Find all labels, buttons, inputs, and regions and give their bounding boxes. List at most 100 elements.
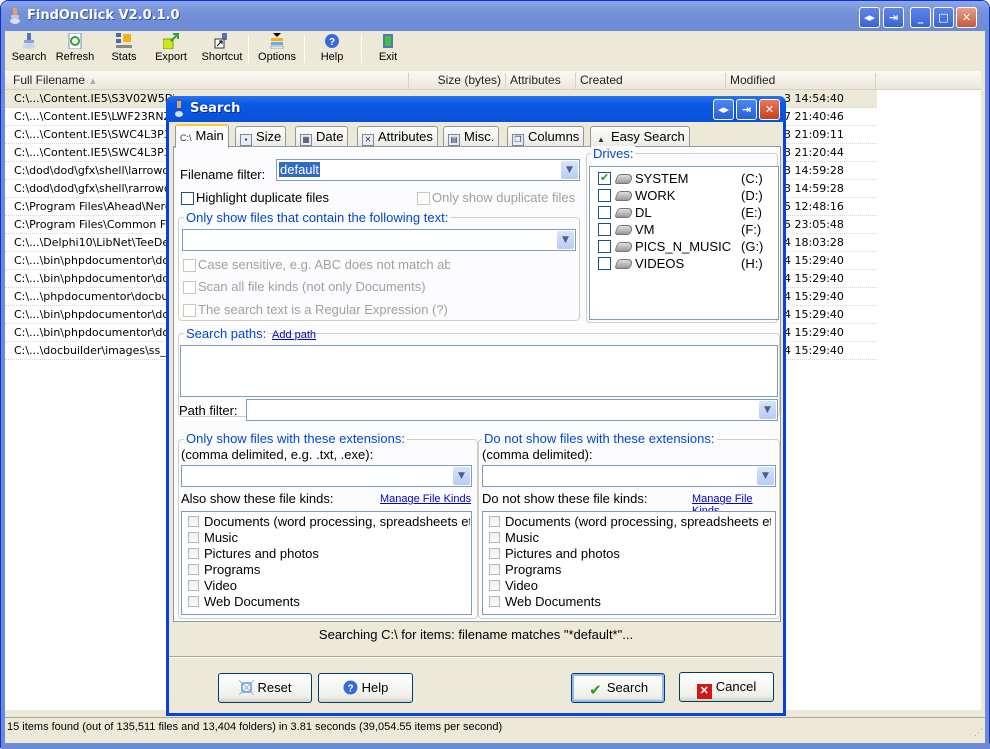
column-full-filename[interactable]: Full Filename ▲: [9, 73, 409, 89]
file-kind-checkbox[interactable]: [489, 580, 500, 591]
pin-button[interactable]: ⇥: [883, 7, 904, 28]
minimize-button[interactable]: _: [910, 7, 931, 28]
filename-filter-combo[interactable]: default ▼: [276, 159, 580, 181]
file-kind-checkbox[interactable]: [188, 564, 199, 575]
file-kind-item[interactable]: Music: [188, 530, 470, 546]
file-kind-checkbox[interactable]: [188, 580, 199, 591]
column-attributes[interactable]: Attributes: [506, 73, 576, 89]
file-kind-checkbox[interactable]: [188, 548, 199, 559]
modified-cell: 3 14:54:40: [784, 92, 844, 105]
tab-columns[interactable]: ❐ Columns: [507, 126, 585, 146]
toolbar-help-button[interactable]: ? Help: [317, 33, 347, 67]
file-kind-checkbox[interactable]: [489, 516, 500, 527]
file-kind-checkbox[interactable]: [489, 532, 500, 543]
drive-checkbox[interactable]: [598, 223, 611, 236]
dialog-app-icon: [175, 101, 183, 117]
dialog-close-button[interactable]: ✕: [759, 99, 780, 120]
file-kind-item[interactable]: Programs: [188, 562, 470, 578]
drive-item[interactable]: DL (E:): [598, 205, 773, 221]
regex-checkbox[interactable]: [183, 304, 196, 317]
column-created[interactable]: Created: [576, 73, 726, 89]
file-kind-checkbox[interactable]: [188, 596, 199, 607]
drive-item[interactable]: VM (F:): [598, 222, 773, 238]
modified-cell: 5 23:05:48: [784, 218, 844, 231]
highlight-duplicates-checkbox[interactable]: [181, 192, 194, 205]
file-kind-checkbox[interactable]: [489, 596, 500, 607]
dialog-resize-button[interactable]: ◂▸: [713, 99, 734, 120]
add-path-link[interactable]: Add path: [272, 329, 316, 341]
chevron-down-icon[interactable]: ▼: [757, 467, 774, 485]
drive-item[interactable]: SYSTEM (C:): [598, 171, 773, 187]
chevron-down-icon[interactable]: ▼: [557, 231, 574, 249]
file-kind-item[interactable]: Web Documents: [188, 594, 470, 610]
toolbar-export-button[interactable]: Export: [153, 33, 189, 67]
toolbar-options-button[interactable]: Options: [257, 33, 297, 67]
drive-checkbox[interactable]: [598, 171, 611, 185]
column-size[interactable]: Size (bytes): [409, 73, 506, 89]
tab-size[interactable]: ▪ Size: [235, 126, 287, 146]
tab-main[interactable]: C:\ Main: [175, 124, 229, 148]
resize-grip-icon[interactable]: ⋰: [974, 727, 983, 738]
file-kind-item[interactable]: Video: [188, 578, 470, 594]
dialog-pin-button[interactable]: ⇥: [736, 99, 757, 120]
regex-help-link[interactable]: (?): [432, 302, 448, 317]
file-kind-item[interactable]: Documents (word processing, spreadsheets…: [489, 514, 771, 530]
chevron-down-icon[interactable]: ▼: [561, 161, 578, 179]
search-paths-box[interactable]: [180, 345, 778, 397]
case-sensitive-checkbox[interactable]: [183, 259, 196, 272]
toolbar-exit-button[interactable]: Exit: [375, 33, 401, 67]
manage-file-kinds-link[interactable]: Manage File Kinds: [380, 493, 471, 505]
chevron-down-icon[interactable]: ▼: [453, 467, 470, 485]
file-kind-item[interactable]: Web Documents: [489, 594, 771, 610]
sort-ascending-icon: ▲: [88, 76, 98, 86]
drive-name: WORK: [635, 188, 676, 203]
reset-button[interactable]: Reset: [218, 673, 312, 703]
help-icon: ?: [325, 34, 339, 48]
help-button[interactable]: ? Help: [318, 673, 413, 703]
tab-attributes[interactable]: ✕ Attributes: [357, 126, 438, 146]
file-kind-item[interactable]: Programs: [489, 562, 771, 578]
toolbar-search-button[interactable]: Search: [9, 33, 49, 67]
only-duplicates-checkbox[interactable]: [417, 192, 430, 205]
toolbar-shortcut-button[interactable]: Shortcut: [199, 33, 245, 67]
file-kind-item[interactable]: Video: [489, 578, 771, 594]
file-kind-item[interactable]: Music: [489, 530, 771, 546]
cancel-x-icon: ✕: [696, 684, 712, 699]
drive-checkbox[interactable]: [598, 189, 611, 202]
search-button[interactable]: ✔ Search: [571, 673, 665, 703]
file-kind-label: Video: [505, 578, 539, 593]
tab-misc[interactable]: ▤ Misc.: [443, 126, 500, 146]
tab-date[interactable]: ▦ Date: [295, 126, 349, 146]
toolbar-stats-button[interactable]: Stats: [109, 33, 139, 67]
maximize-button[interactable]: □: [933, 7, 954, 28]
file-kind-item[interactable]: Pictures and photos: [489, 546, 771, 562]
close-button[interactable]: ✕: [956, 7, 977, 28]
drive-checkbox[interactable]: [598, 206, 611, 219]
file-kind-checkbox[interactable]: [188, 532, 199, 543]
drive-item[interactable]: VIDEOS (H:): [598, 256, 773, 272]
drive-item[interactable]: WORK (D:): [598, 188, 773, 204]
include-ext-combo[interactable]: ▼: [181, 465, 472, 487]
exclude-ext-combo[interactable]: ▼: [482, 465, 776, 487]
drive-checkbox[interactable]: [598, 257, 611, 270]
file-kind-checkbox[interactable]: [188, 516, 199, 527]
drive-item[interactable]: PICS_N_MUSIC (G:): [598, 239, 773, 255]
file-kind-item[interactable]: Pictures and photos: [188, 546, 470, 562]
column-modified[interactable]: Modified: [726, 73, 876, 89]
scan-all-checkbox[interactable]: [183, 281, 196, 294]
path-filter-combo[interactable]: ▼: [246, 399, 778, 421]
title-bar[interactable]: FindOnClick V2.0.1.0 ◂▸ ⇥ _ □ ✕: [1, 1, 989, 31]
file-kind-checkbox[interactable]: [489, 548, 500, 559]
chevron-down-icon[interactable]: ▼: [759, 401, 776, 419]
file-kind-checkbox[interactable]: [489, 564, 500, 575]
resize-arrows-button[interactable]: ◂▸: [859, 7, 880, 28]
drive-checkbox[interactable]: [598, 240, 611, 253]
file-kind-item[interactable]: Documents (word processing, spreadsheets…: [188, 514, 470, 530]
include-kinds-label: Also show these file kinds:: [181, 491, 334, 506]
text-combo[interactable]: ▼: [182, 229, 576, 251]
tab-easy-search[interactable]: ▲ Easy Search: [590, 126, 690, 146]
toolbar-separator: [248, 35, 249, 63]
toolbar-refresh-button[interactable]: Refresh: [53, 33, 97, 67]
dialog-title-bar[interactable]: Search ◂▸ ⇥ ✕: [166, 96, 786, 122]
cancel-button[interactable]: ✕ Cancel: [679, 672, 774, 702]
